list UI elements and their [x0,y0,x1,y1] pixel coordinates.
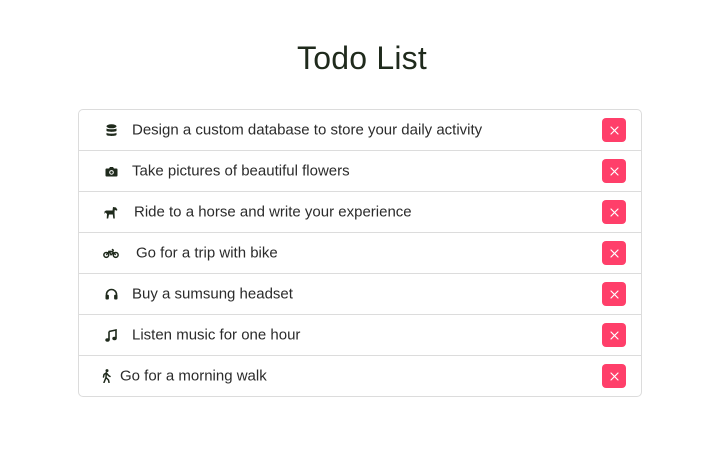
todo-text: Ride to a horse and write your experienc… [134,203,412,221]
delete-button[interactable] [602,364,626,388]
todo-item: Go for a trip with bike [79,233,641,274]
close-icon [609,166,619,176]
music-icon [103,328,119,342]
todo-text: Design a custom database to store your d… [132,121,483,139]
horse-icon [103,205,119,219]
motorcycle-icon [103,246,119,260]
close-icon [609,248,619,258]
delete-button[interactable] [602,323,626,347]
close-icon [609,330,619,340]
delete-button[interactable] [602,200,626,224]
todo-list: Design a custom database to store your d… [78,109,642,397]
walking-icon [101,369,111,383]
todo-text: Take pictures of beautiful flowers [132,162,350,180]
headphones-icon [103,287,119,301]
close-icon [609,289,619,299]
todo-item: Design a custom database to store your d… [79,110,641,151]
todo-item: Buy a sumsung headset [79,274,641,315]
todo-text: Listen music for one hour [132,326,301,344]
database-icon [103,123,119,137]
page: Todo List Design a custom database to st… [0,0,724,449]
camera-icon [103,164,119,178]
close-icon [609,371,619,381]
close-icon [609,125,619,135]
todo-item: Listen music for one hour [79,315,641,356]
todo-text: Go for a trip with bike [136,244,278,262]
todo-item: Take pictures of beautiful flowers [79,151,641,192]
delete-button[interactable] [602,282,626,306]
delete-button[interactable] [602,241,626,265]
todo-item: Ride to a horse and write your experienc… [79,192,641,233]
todo-text: Go for a morning walk [120,367,267,385]
page-title: Todo List [297,40,427,76]
todo-item: Go for a morning walk [79,356,641,396]
delete-button[interactable] [602,159,626,183]
close-icon [609,207,619,217]
todo-text: Buy a sumsung headset [132,285,293,303]
delete-button[interactable] [602,118,626,142]
